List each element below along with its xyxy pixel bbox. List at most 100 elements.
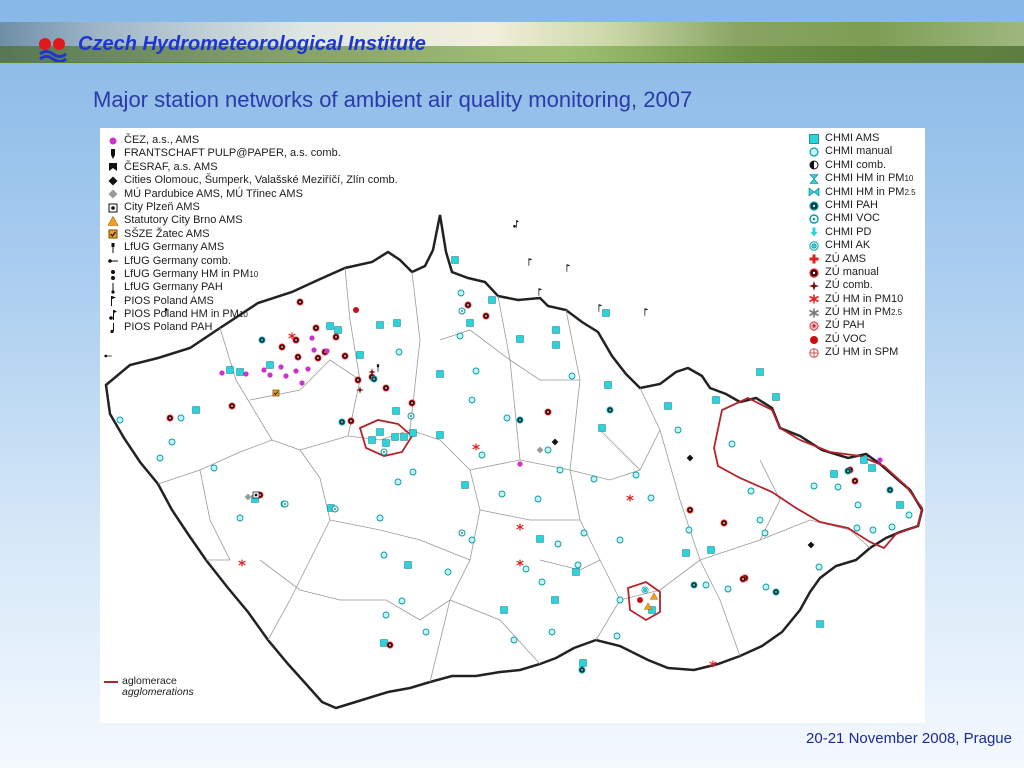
grey-diamond-icon <box>105 188 121 200</box>
station-cyan-circle-icon <box>398 597 406 605</box>
station-red-asterisk-icon <box>238 559 246 567</box>
station-cyan-circle-icon <box>510 636 518 644</box>
legend-item: PIOS Poland HM in PM 10 <box>105 308 398 321</box>
station-cyan-circle-icon <box>394 478 402 486</box>
station-cyan-square-icon <box>579 659 587 667</box>
red-four-star-icon <box>806 280 822 292</box>
station-red-ring-dot-icon <box>294 353 302 361</box>
station-cyan-square-icon <box>536 535 544 543</box>
station-cyan-circle-icon <box>236 514 244 522</box>
station-cyan-ring-dot-icon <box>331 505 339 513</box>
station-black-double-flag-icon <box>513 220 519 228</box>
station-cyan-circle-icon <box>544 446 552 454</box>
legend-item-label: PIOS Poland PAH <box>124 321 213 334</box>
station-cyan-circle-icon <box>380 551 388 559</box>
station-cyan-circle-icon <box>590 475 598 483</box>
station-cyan-ring-dot-icon <box>458 307 466 315</box>
half-black-circle-icon <box>806 159 822 171</box>
red-ring-dot-icon <box>806 267 822 279</box>
legend-item: ZÚ PAH <box>806 319 916 332</box>
legend-item: ZÚ manual <box>806 266 916 279</box>
legend-item: CHMI comb. <box>806 159 916 172</box>
orange-check-box-icon <box>105 228 121 240</box>
station-cyan-circle-icon <box>156 454 164 462</box>
station-cyan-square-icon <box>192 406 200 414</box>
legend-item-label: CHMI HM in PM <box>825 185 905 198</box>
station-cyan-circle-icon <box>632 471 640 479</box>
station-red-ring-dot-icon <box>739 575 747 583</box>
legend-item-label: MÚ Pardubice AMS, MÚ Třinec AMS <box>124 187 303 200</box>
station-cyan-square-icon <box>451 256 459 264</box>
station-dotted-circle-icon <box>886 486 894 494</box>
station-cyan-circle-icon <box>728 440 736 448</box>
station-cyan-ring-dot-icon <box>407 412 415 420</box>
station-cyan-circle-icon <box>869 526 877 534</box>
station-black-flag-icon <box>598 304 603 312</box>
legend-item-label: CHMI VOC <box>825 212 880 225</box>
station-cyan-circle-icon <box>853 524 861 532</box>
legend-item-label: ZÚ HM in SPM <box>825 346 899 359</box>
legend-item: LfUG Germany comb. <box>105 255 398 268</box>
station-red-ring-dot-icon <box>720 519 728 527</box>
station-magenta-dot-icon <box>261 367 267 373</box>
station-magenta-dot-icon <box>299 380 305 386</box>
station-cyan-square-icon <box>391 433 399 441</box>
station-cyan-ring-dot-icon <box>281 500 289 508</box>
station-red-ring-dot-icon <box>332 333 340 341</box>
station-cyan-square-icon <box>896 501 904 509</box>
legend-item-subscript: 10 <box>238 310 248 320</box>
station-cyan-circle-icon <box>457 289 465 297</box>
station-cyan-circle-icon <box>685 526 693 534</box>
magenta-dot-icon <box>105 135 121 147</box>
legend-item-label: CHMI AMS <box>825 132 880 144</box>
station-grey-diamond-icon <box>244 493 252 501</box>
station-cyan-square-icon <box>436 370 444 378</box>
legend-item-subscript: 2.5 <box>891 308 903 318</box>
station-cyan-square-icon <box>756 368 764 376</box>
legend-item-label: PIOS Poland AMS <box>124 294 214 307</box>
legend-item-label: City Plzeň AMS <box>124 200 200 213</box>
station-magenta-dot-icon <box>293 368 299 374</box>
station-cyan-square-icon <box>772 393 780 401</box>
station-cyan-square-icon <box>400 433 408 441</box>
station-red-ring-dot-icon <box>341 352 349 360</box>
station-red-ring-dot-icon <box>347 417 355 425</box>
station-red-ring-dot-icon <box>166 414 174 422</box>
boxed-dot-icon <box>105 202 121 214</box>
station-cyan-circle-icon <box>905 511 913 519</box>
station-red-ring-dot-icon <box>686 506 694 514</box>
legend-item: CHMI PAH <box>806 199 916 212</box>
legend-item: FRANTSCHAFT PULP@PAPER, a.s. comb. <box>105 147 398 160</box>
station-cyan-circle-icon <box>382 611 390 619</box>
station-dotted-circle-icon <box>690 581 698 589</box>
legend-item-label: LfUG Germany AMS <box>124 241 225 254</box>
station-boxed-dot-icon <box>252 491 260 499</box>
black-double-flag-icon <box>105 309 121 321</box>
legend-item-label: ZÚ AMS <box>825 252 866 265</box>
station-black-diamond-icon <box>686 454 694 462</box>
station-red-ring-dot-icon <box>851 477 859 485</box>
station-cyan-square-icon <box>816 620 824 628</box>
station-cyan-circle-icon <box>534 495 542 503</box>
station-cyan-circle-icon <box>422 628 430 636</box>
legend-item-label: CHMI PD <box>825 225 872 238</box>
legend-item: ZÚ HM in PM 2.5 <box>806 306 916 319</box>
legend-item-label: ZÚ HM in PM10 <box>825 292 904 305</box>
station-cyan-square-icon <box>436 431 444 439</box>
black-double-dot-icon <box>105 269 121 281</box>
legend-item: PIOS Poland AMS <box>105 295 398 308</box>
red-target-icon <box>806 320 822 332</box>
orange-triangle-icon <box>105 215 121 227</box>
station-red-four-star-icon <box>368 368 376 376</box>
station-cyan-circle-icon <box>647 494 655 502</box>
legend-item: ZÚ VOC <box>806 333 916 346</box>
cyan-down-arrow-icon <box>806 226 822 238</box>
station-cyan-circle-icon <box>456 332 464 340</box>
black-down-flag-icon <box>105 148 121 160</box>
legend-item-label: CHMI AK <box>825 239 871 252</box>
black-diamond-icon <box>105 175 121 187</box>
agglomeration-line-icon <box>104 681 118 683</box>
station-cyan-square-icon <box>380 639 388 647</box>
station-cyan-square-icon <box>488 296 496 304</box>
legend-item-label: ZÚ comb. <box>825 279 873 292</box>
